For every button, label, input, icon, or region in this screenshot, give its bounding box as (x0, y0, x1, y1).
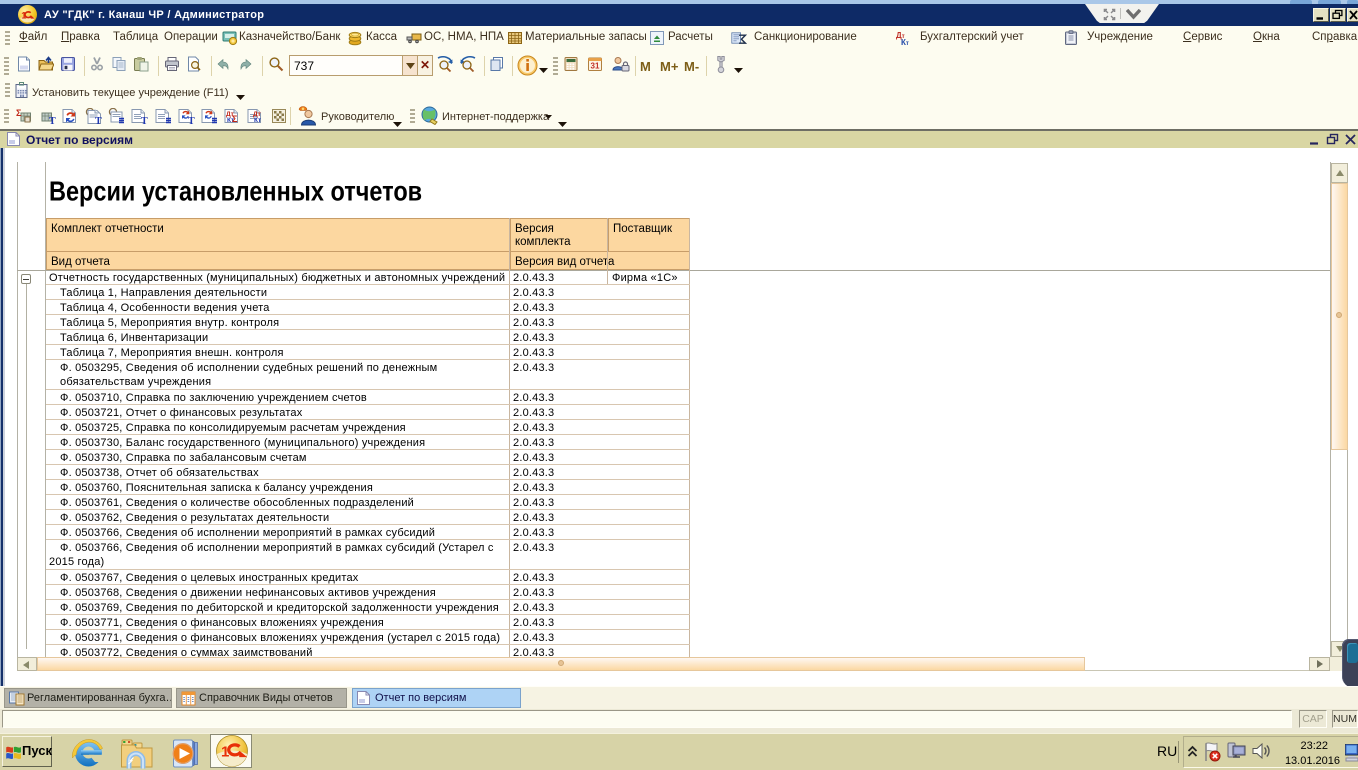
svg-text:Σ: Σ (232, 114, 238, 124)
svg-text:31: 31 (591, 62, 600, 71)
svg-text:Т: Т (141, 116, 148, 125)
svg-text:Т: Т (49, 116, 56, 125)
svg-text:Кт: Кт (901, 38, 909, 46)
svg-text:Т: Т (188, 116, 195, 125)
svg-text:Σ: Σ (16, 108, 22, 118)
svg-text:Т: Т (95, 116, 102, 125)
svg-text:Кт: Кт (254, 117, 261, 124)
